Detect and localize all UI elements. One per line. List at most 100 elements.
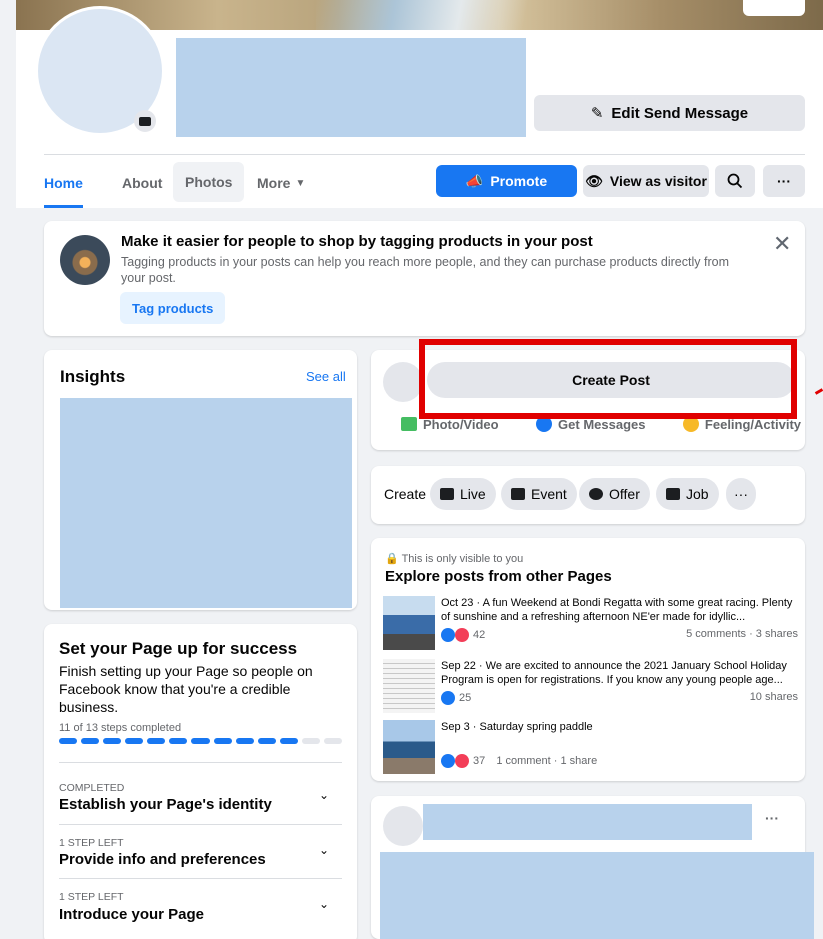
post-text: Sep 3 · Saturday spring paddle xyxy=(441,721,593,733)
reaction-count: 25 xyxy=(459,692,472,704)
view-as-visitor-button[interactable]: 👁 View as visitor xyxy=(583,165,709,197)
promote-button[interactable]: 📣 Promote xyxy=(436,165,577,197)
live-chip[interactable]: Live xyxy=(430,478,496,510)
edit-cover-button[interactable] xyxy=(743,0,805,16)
offer-icon xyxy=(589,488,603,500)
briefcase-icon xyxy=(666,488,680,500)
divider xyxy=(59,824,342,825)
reactions: 25 xyxy=(441,691,471,705)
post-thumbnail xyxy=(383,659,435,713)
progress-segment xyxy=(235,738,254,744)
tab-more-label: More xyxy=(257,175,291,191)
promote-label: Promote xyxy=(490,173,548,189)
step-status: COMPLETED xyxy=(59,782,125,794)
create-row-card: Create Live Event Offer Job ··· xyxy=(371,466,805,524)
progress-segment xyxy=(213,738,232,744)
progress-segment xyxy=(59,738,78,744)
annotation-arrow xyxy=(814,388,823,395)
reactions: 42 xyxy=(441,628,485,642)
event-chip[interactable]: Event xyxy=(501,478,577,510)
reaction-count: 37 xyxy=(473,755,486,767)
progress-segment xyxy=(191,738,210,744)
step-identity[interactable]: Establish your Page's identity xyxy=(59,796,272,813)
chevron-down-icon[interactable]: ⌄ xyxy=(319,897,329,911)
page-name-redacted xyxy=(176,38,526,137)
offer-chip[interactable]: Offer xyxy=(579,478,650,510)
chip-label: Event xyxy=(531,486,567,502)
tab-photos-label: Photos xyxy=(185,174,233,190)
explore-posts-card: 🔒 This is only visible to you Explore po… xyxy=(371,538,805,781)
insights-content-redacted xyxy=(60,398,352,608)
like-icon xyxy=(441,691,455,705)
chevron-down-icon[interactable]: ⌄ xyxy=(319,843,329,857)
tag-card-title: Make it easier for people to shop by tag… xyxy=(121,233,593,250)
pencil-icon: ✎ xyxy=(590,105,604,122)
caret-down-icon: ▼ xyxy=(295,177,306,189)
progress-segment xyxy=(125,738,144,744)
post-stats: 10 shares xyxy=(749,691,798,703)
love-icon xyxy=(455,754,469,768)
search-button[interactable] xyxy=(715,165,755,197)
annotation-highlight-box xyxy=(419,339,797,419)
more-options-button[interactable]: ··· xyxy=(763,165,805,197)
love-icon xyxy=(455,628,469,642)
visibility-note-text: This is only visible to you xyxy=(401,553,524,565)
chip-label: Live xyxy=(460,486,486,502)
visitor-label: View as visitor xyxy=(609,173,707,189)
insights-card: Insights See all xyxy=(44,350,357,610)
see-all-link[interactable]: See all xyxy=(306,369,346,384)
progress-segment xyxy=(169,738,188,744)
post-stats: 5 comments · 3 shares xyxy=(686,628,798,640)
post-text: Sep 22 · We are excited to announce the … xyxy=(441,660,787,686)
tag-products-card: Make it easier for people to shop by tag… xyxy=(44,221,805,336)
tab-about[interactable]: About xyxy=(110,165,174,201)
avatar xyxy=(383,806,423,846)
tab-home[interactable]: Home xyxy=(44,165,83,208)
more-chip[interactable]: ··· xyxy=(726,478,756,510)
video-icon xyxy=(440,488,454,500)
post-stats: 1 comment · 1 share xyxy=(496,755,598,767)
edit-send-message-button[interactable]: ✎ Edit Send Message xyxy=(534,95,805,131)
calendar-icon xyxy=(511,488,525,500)
divider xyxy=(59,878,342,879)
tab-more[interactable]: More ▼ xyxy=(245,165,317,201)
progress-segment xyxy=(103,738,122,744)
post-options-icon[interactable]: ··· xyxy=(765,810,779,826)
megaphone-icon: 📣 xyxy=(465,172,484,189)
progress-segment xyxy=(257,738,276,744)
progress-segment xyxy=(301,738,320,744)
list-item[interactable]: Sep 22 · We are excited to announce the … xyxy=(383,659,798,715)
progress-segment xyxy=(81,738,100,744)
photo-icon xyxy=(401,417,417,431)
tag-products-button[interactable]: Tag products xyxy=(120,292,226,324)
step-info-preferences[interactable]: Provide info and preferences xyxy=(59,851,266,868)
list-item[interactable]: Oct 23 · A fun Weekend at Bondi Regatta … xyxy=(383,596,798,652)
edit-button-label: Edit Send Message xyxy=(611,104,749,122)
like-icon xyxy=(441,628,455,642)
chevron-down-icon[interactable]: ⌄ xyxy=(319,788,329,802)
progress-segment xyxy=(323,738,343,744)
progress-segment xyxy=(147,738,166,744)
chip-label: Job xyxy=(686,486,709,502)
list-item[interactable]: Sep 3 · Saturday spring paddle 37 1 comm… xyxy=(383,720,798,776)
divider xyxy=(59,762,342,763)
create-label: Create xyxy=(384,486,427,502)
search-icon xyxy=(727,173,743,189)
post-author-redacted xyxy=(423,804,752,840)
step-introduce-page[interactable]: Introduce your Page xyxy=(59,906,204,923)
close-icon[interactable]: ✕ xyxy=(773,231,791,257)
like-icon xyxy=(441,754,455,768)
tab-home-label: Home xyxy=(44,175,83,191)
job-chip[interactable]: Job xyxy=(656,478,719,510)
tab-about-label: About xyxy=(122,175,163,191)
step-status: 1 STEP LEFT xyxy=(59,837,124,849)
post-text: Oct 23 · A fun Weekend at Bondi Regatta … xyxy=(441,597,793,623)
cover-image-detail xyxy=(316,0,576,30)
post-image-redacted xyxy=(380,852,814,939)
eye-icon: 👁 xyxy=(585,172,603,189)
setup-title: Set your Page up for success xyxy=(59,639,298,658)
tab-photos[interactable]: Photos xyxy=(173,162,245,202)
ellipsis-icon: ··· xyxy=(734,486,748,502)
camera-icon[interactable] xyxy=(134,110,156,132)
sunset-avatar xyxy=(60,235,110,285)
